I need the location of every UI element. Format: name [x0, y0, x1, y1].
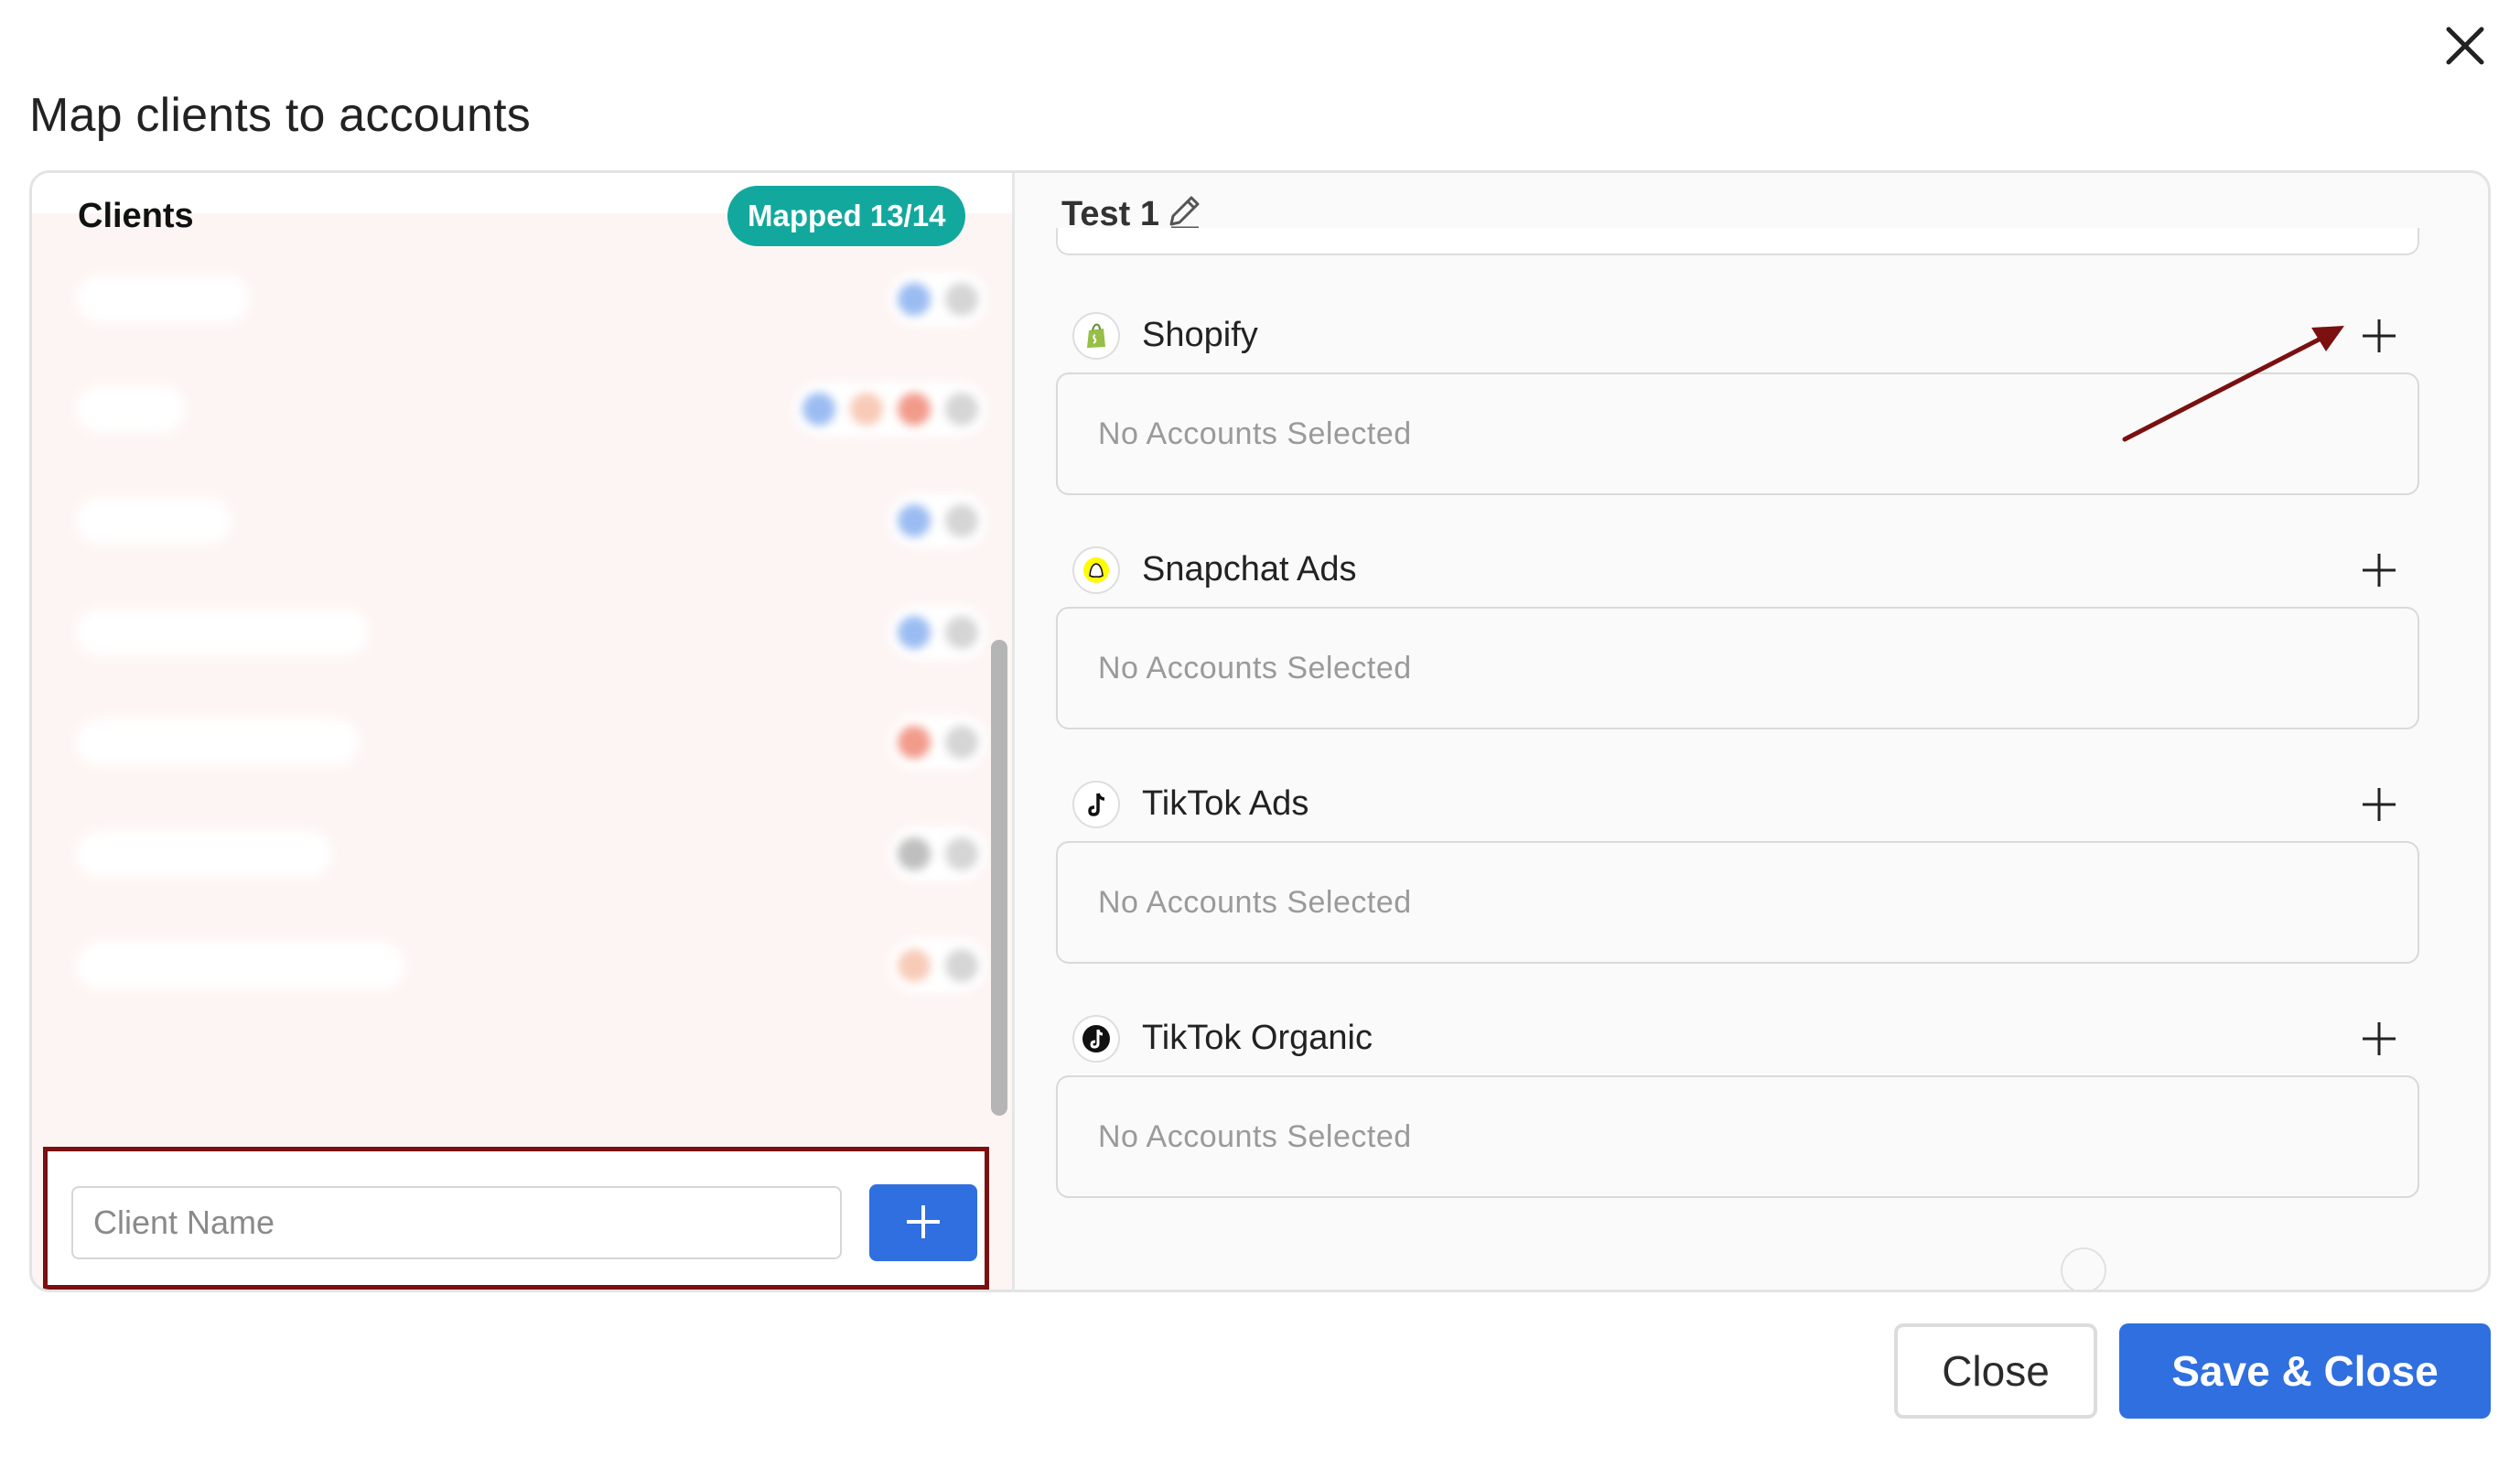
mapped-count-badge: Mapped 13/14: [727, 186, 966, 246]
redacted-client-name: [76, 718, 360, 766]
redacted-platform-icons: [888, 938, 987, 993]
add-account-plus-icon[interactable]: [2357, 1017, 2401, 1061]
accounts-status: No Accounts Selected: [1098, 416, 1412, 451]
redacted-platform-icons: [888, 715, 987, 770]
platform-snapchat-ads: Snapchat Ads No Accounts Selected: [1056, 539, 2419, 773]
accounts-status: No Accounts Selected: [1098, 1119, 1412, 1154]
redacted-client-name: [76, 275, 250, 323]
add-client-button[interactable]: [869, 1184, 977, 1261]
redacted-client-name: [76, 497, 232, 545]
add-client-form: [43, 1147, 989, 1290]
redacted-platform-icons: [888, 826, 987, 881]
redacted-client-row[interactable]: [69, 480, 993, 557]
redacted-platform-icons: [793, 382, 987, 437]
accounts-box[interactable]: No Accounts Selected: [1056, 841, 2419, 964]
platform-name: TikTok Organic: [1142, 1019, 1373, 1057]
pencil-icon[interactable]: [1164, 191, 1204, 232]
platform-name: TikTok Ads: [1142, 784, 1309, 823]
redacted-client-name: [76, 942, 405, 989]
platform-name: Snapchat Ads: [1142, 550, 1357, 588]
close-button[interactable]: Close: [1894, 1323, 2097, 1419]
redacted-client-row[interactable]: [69, 592, 993, 669]
client-name-input[interactable]: [71, 1186, 842, 1259]
redacted-client-name: [76, 609, 369, 656]
accounts-box[interactable]: No Accounts Selected: [1056, 607, 2419, 729]
save-and-close-button[interactable]: Save & Close: [2119, 1323, 2491, 1419]
annotation-arrow-icon: [2122, 326, 2344, 442]
add-account-plus-icon[interactable]: [2357, 548, 2401, 592]
redacted-platform-icons: [888, 493, 987, 548]
previous-section-edge: [1056, 228, 2419, 255]
platform-name: Shopify: [1142, 316, 1258, 354]
next-platform-icon-partial: [2061, 1247, 2106, 1290]
redacted-client-name: [76, 830, 332, 878]
clients-title: Clients: [78, 197, 194, 235]
redacted-platform-icons: [888, 605, 987, 660]
redacted-platform-icons: [888, 272, 987, 327]
accounts-box[interactable]: No Accounts Selected: [1056, 1075, 2419, 1198]
accounts-status: No Accounts Selected: [1098, 885, 1412, 920]
add-account-plus-icon[interactable]: [2357, 314, 2401, 358]
redacted-client-row[interactable]: [69, 369, 993, 446]
tiktok-icon: [1072, 1015, 1120, 1063]
platform-tiktok-organic: TikTok Organic No Accounts Selected: [1056, 1008, 2419, 1242]
add-account-plus-icon[interactable]: [2357, 783, 2401, 826]
platform-tiktok-ads: TikTok Ads No Accounts Selected: [1056, 773, 2419, 1008]
redacted-client-row[interactable]: [69, 702, 993, 779]
shopify-icon: [1072, 312, 1120, 360]
snapchat-icon: [1072, 546, 1120, 594]
redacted-client-name: [76, 385, 186, 433]
redacted-client-row[interactable]: [69, 259, 993, 336]
clients-scrollbar[interactable]: [991, 640, 1007, 1116]
plus-icon: [907, 1204, 940, 1238]
dialog-title: Map clients to accounts: [29, 89, 531, 142]
close-icon[interactable]: [2439, 20, 2491, 71]
redacted-client-row[interactable]: [69, 925, 993, 1002]
accounts-status: No Accounts Selected: [1098, 651, 1412, 686]
redacted-client-row[interactable]: [69, 814, 993, 891]
clients-column: Clients Mapped 13/14 Client Name: [32, 173, 1015, 1290]
tiktok-icon: [1072, 781, 1120, 828]
